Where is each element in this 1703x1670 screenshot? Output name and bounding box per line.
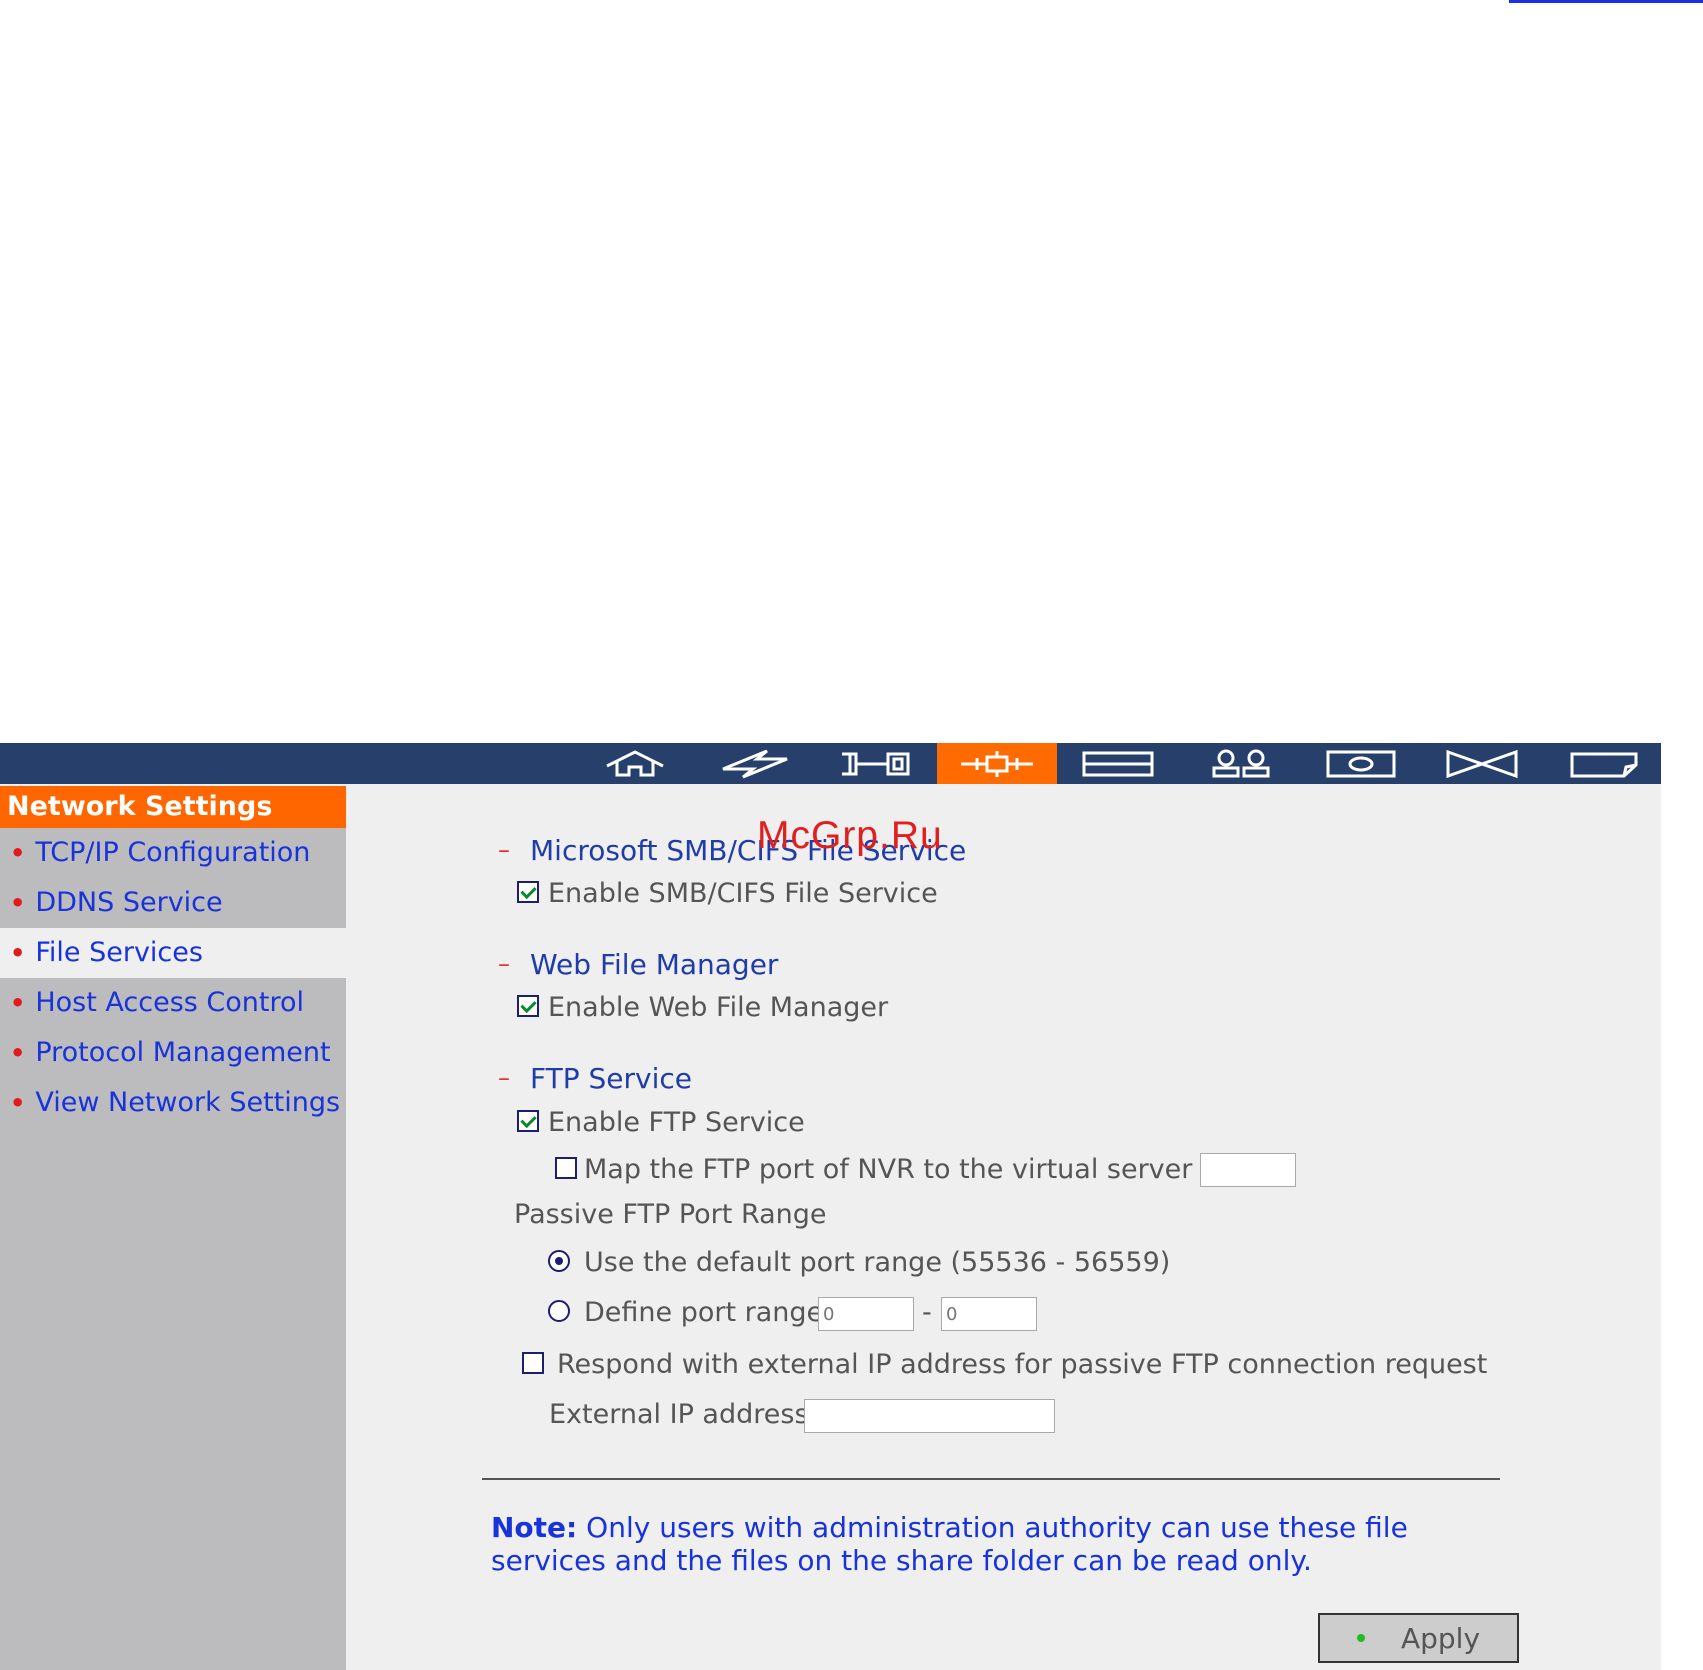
network-icon[interactable] bbox=[937, 743, 1057, 784]
divider bbox=[482, 1478, 1500, 1480]
web-file-manager-section-title: Web File Manager bbox=[530, 948, 779, 981]
sidebar: Network Settings • TCP/IP Configuration •… bbox=[0, 786, 346, 1670]
ftp-section-title: FTP Service bbox=[530, 1062, 692, 1095]
external-ip-input[interactable] bbox=[804, 1399, 1055, 1433]
collapse-icon[interactable]: – bbox=[498, 836, 510, 864]
watermark: McGrp.Ru bbox=[757, 814, 943, 857]
green-dot-icon bbox=[1356, 1634, 1365, 1642]
default-range-radio[interactable] bbox=[548, 1250, 570, 1272]
web-file-manager-enable-checkbox[interactable] bbox=[517, 995, 539, 1017]
apply-button[interactable]: Apply bbox=[1318, 1613, 1519, 1663]
sidebar-item-label: File Services bbox=[35, 937, 203, 968]
external-ip-label: External IP address: bbox=[549, 1399, 818, 1430]
tag-icon[interactable] bbox=[1544, 743, 1664, 784]
ftp-map-port-label: Map the FTP port of NVR to the virtual s… bbox=[584, 1154, 1232, 1185]
sidebar-item-label: TCP/IP Configuration bbox=[35, 837, 311, 868]
bullet-icon: • bbox=[10, 989, 26, 1017]
top-link-underline bbox=[1509, 0, 1703, 3]
range-separator: - bbox=[922, 1297, 932, 1328]
define-range-label: Define port range: bbox=[584, 1297, 833, 1328]
connector-icon[interactable] bbox=[815, 743, 935, 784]
sidebar-item-label: Protocol Management bbox=[35, 1037, 331, 1068]
bullet-icon: • bbox=[10, 1039, 26, 1067]
ftp-enable-checkbox[interactable] bbox=[517, 1110, 539, 1132]
disk-icon[interactable] bbox=[1058, 743, 1178, 784]
sidebar-item-host-access-control[interactable]: • Host Access Control bbox=[0, 978, 346, 1028]
bullet-icon: • bbox=[10, 889, 26, 917]
web-file-manager-enable-label: Enable Web File Manager bbox=[548, 992, 889, 1023]
sidebar-item-ddns[interactable]: • DDNS Service bbox=[0, 878, 346, 928]
camera-icon[interactable] bbox=[1301, 743, 1421, 784]
ftp-map-port-input[interactable] bbox=[1200, 1153, 1296, 1187]
lightning-icon[interactable] bbox=[695, 743, 815, 784]
passive-ftp-title: Passive FTP Port Range bbox=[514, 1199, 827, 1230]
bullet-icon: • bbox=[10, 839, 26, 867]
bullet-icon: • bbox=[10, 939, 26, 967]
sidebar-item-file-services[interactable]: • File Services bbox=[0, 928, 346, 978]
respond-external-ip-checkbox[interactable] bbox=[522, 1352, 544, 1374]
collapse-icon[interactable]: – bbox=[498, 1064, 510, 1092]
range-from-input[interactable] bbox=[818, 1297, 914, 1331]
ftp-map-port-checkbox[interactable] bbox=[555, 1157, 577, 1179]
range-to-input[interactable] bbox=[941, 1297, 1037, 1331]
top-navbar bbox=[0, 743, 1661, 784]
sidebar-item-protocol-management[interactable]: • Protocol Management bbox=[0, 1028, 346, 1078]
collapse-icon[interactable]: – bbox=[498, 950, 510, 978]
sidebar-item-label: DDNS Service bbox=[35, 887, 223, 918]
ftp-enable-label: Enable FTP Service bbox=[548, 1107, 805, 1138]
sidebar-title: Network Settings bbox=[0, 786, 346, 828]
sidebar-item-view-network-settings[interactable]: • View Network Settings bbox=[0, 1078, 346, 1128]
respond-external-ip-label: Respond with external IP address for pas… bbox=[557, 1349, 1488, 1380]
file-services-form: – Microsoft SMB/CIFS File Service Enable… bbox=[346, 786, 1661, 1670]
smb-enable-label: Enable SMB/CIFS File Service bbox=[548, 878, 938, 909]
default-range-label: Use the default port range (55536 - 5655… bbox=[584, 1247, 1171, 1278]
apply-label: Apply bbox=[1400, 1621, 1481, 1655]
nvr-admin-panel: Network Settings • TCP/IP Configuration •… bbox=[0, 743, 1661, 1670]
bowtie-icon[interactable] bbox=[1422, 743, 1542, 784]
bullet-icon: • bbox=[10, 1089, 26, 1117]
note-body: Only users with administration authority… bbox=[491, 1511, 1408, 1577]
sidebar-item-label: View Network Settings bbox=[35, 1087, 341, 1118]
sidebar-item-label: Host Access Control bbox=[35, 987, 305, 1018]
note-prefix: Note: bbox=[491, 1511, 578, 1544]
sidebar-item-tcpip[interactable]: • TCP/IP Configuration bbox=[0, 828, 346, 878]
define-range-radio[interactable] bbox=[548, 1300, 570, 1322]
users-icon[interactable] bbox=[1180, 743, 1300, 784]
note-text: Note: Only users with administration aut… bbox=[491, 1511, 1521, 1577]
smb-enable-checkbox[interactable] bbox=[517, 881, 539, 903]
home-icon[interactable] bbox=[575, 743, 695, 784]
